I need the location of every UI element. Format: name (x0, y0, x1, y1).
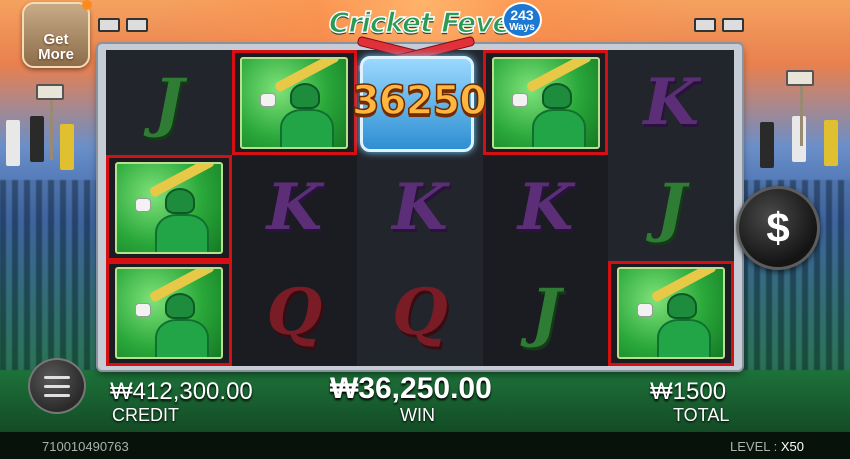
notification-dot (82, 0, 92, 10)
symbol-q: Q (392, 275, 448, 351)
spotlight-icon (722, 18, 744, 32)
get-more-label: Get More (38, 31, 74, 63)
symbol-j: J (530, 275, 561, 351)
spotlight-icon (98, 18, 120, 32)
symbol-k: K (517, 169, 574, 245)
reel-frame: JKKKKJQQJ 36250 (98, 35, 742, 370)
game-title: Cricket Fever (328, 5, 525, 39)
level-value: X50 (780, 439, 804, 454)
symbol-j: J (153, 64, 184, 140)
ways-number: 243 (510, 7, 534, 23)
credit-label: CREDIT (112, 405, 179, 425)
reel-cell: J (482, 260, 609, 366)
level-indicator: LEVEL : X50 (730, 439, 804, 454)
ways-badge: 243 Ways (502, 2, 542, 38)
symbol-k: K (643, 64, 699, 140)
reel-cell: Q (357, 260, 483, 366)
game-screen: Get More Cricket Fever 243 Ways JKKKKJQQ… (0, 0, 850, 459)
total-bet-label: TOTAL (673, 405, 730, 425)
reel-cell: J (608, 155, 734, 261)
reel-cell: K (231, 155, 358, 261)
reel-cell (231, 50, 358, 156)
total-bet-value[interactable]: ₩1500 (650, 378, 726, 406)
floodlight-tower-right (786, 70, 814, 146)
spin-button[interactable]: $ (736, 186, 820, 270)
symbol-q: Q (266, 275, 323, 351)
flags-left (0, 110, 110, 190)
cricket-player-symbol (114, 161, 223, 254)
win-label: WIN (400, 405, 435, 425)
menu-button[interactable] (28, 358, 86, 414)
ways-label: Ways (509, 22, 535, 33)
win-value: ₩36,250.00 (330, 372, 492, 405)
reel-cell (106, 155, 232, 261)
reel-cell (608, 260, 734, 366)
get-more-button[interactable]: Get More (22, 0, 92, 68)
reel-cell (106, 260, 232, 366)
credit-value: ₩412,300.00 (110, 378, 253, 405)
floodlight-tower-left (36, 84, 64, 160)
symbol-k: K (266, 169, 323, 245)
win-amount-popup: 36250 (351, 77, 488, 125)
flags-right (740, 110, 850, 190)
cricket-player-symbol (491, 56, 600, 149)
spotlight-icon (126, 18, 148, 32)
cricket-player-symbol (240, 56, 349, 149)
symbol-j: J (656, 169, 687, 245)
reel-cell: K (357, 155, 483, 261)
symbol-k: K (392, 169, 448, 245)
level-label: LEVEL : (730, 439, 781, 454)
spotlight-icon (694, 18, 716, 32)
reel-cell: K (482, 155, 609, 261)
dollar-icon: $ (766, 204, 790, 251)
reel-cell (482, 50, 609, 156)
reel-cell: K (608, 50, 734, 156)
hamburger-icon (44, 375, 70, 379)
round-id: 710010490763 (42, 439, 129, 454)
reel-cell: Q (231, 260, 358, 366)
reel-cell: J (106, 50, 232, 156)
cricket-player-symbol (114, 267, 223, 360)
cricket-player-symbol (617, 267, 726, 360)
